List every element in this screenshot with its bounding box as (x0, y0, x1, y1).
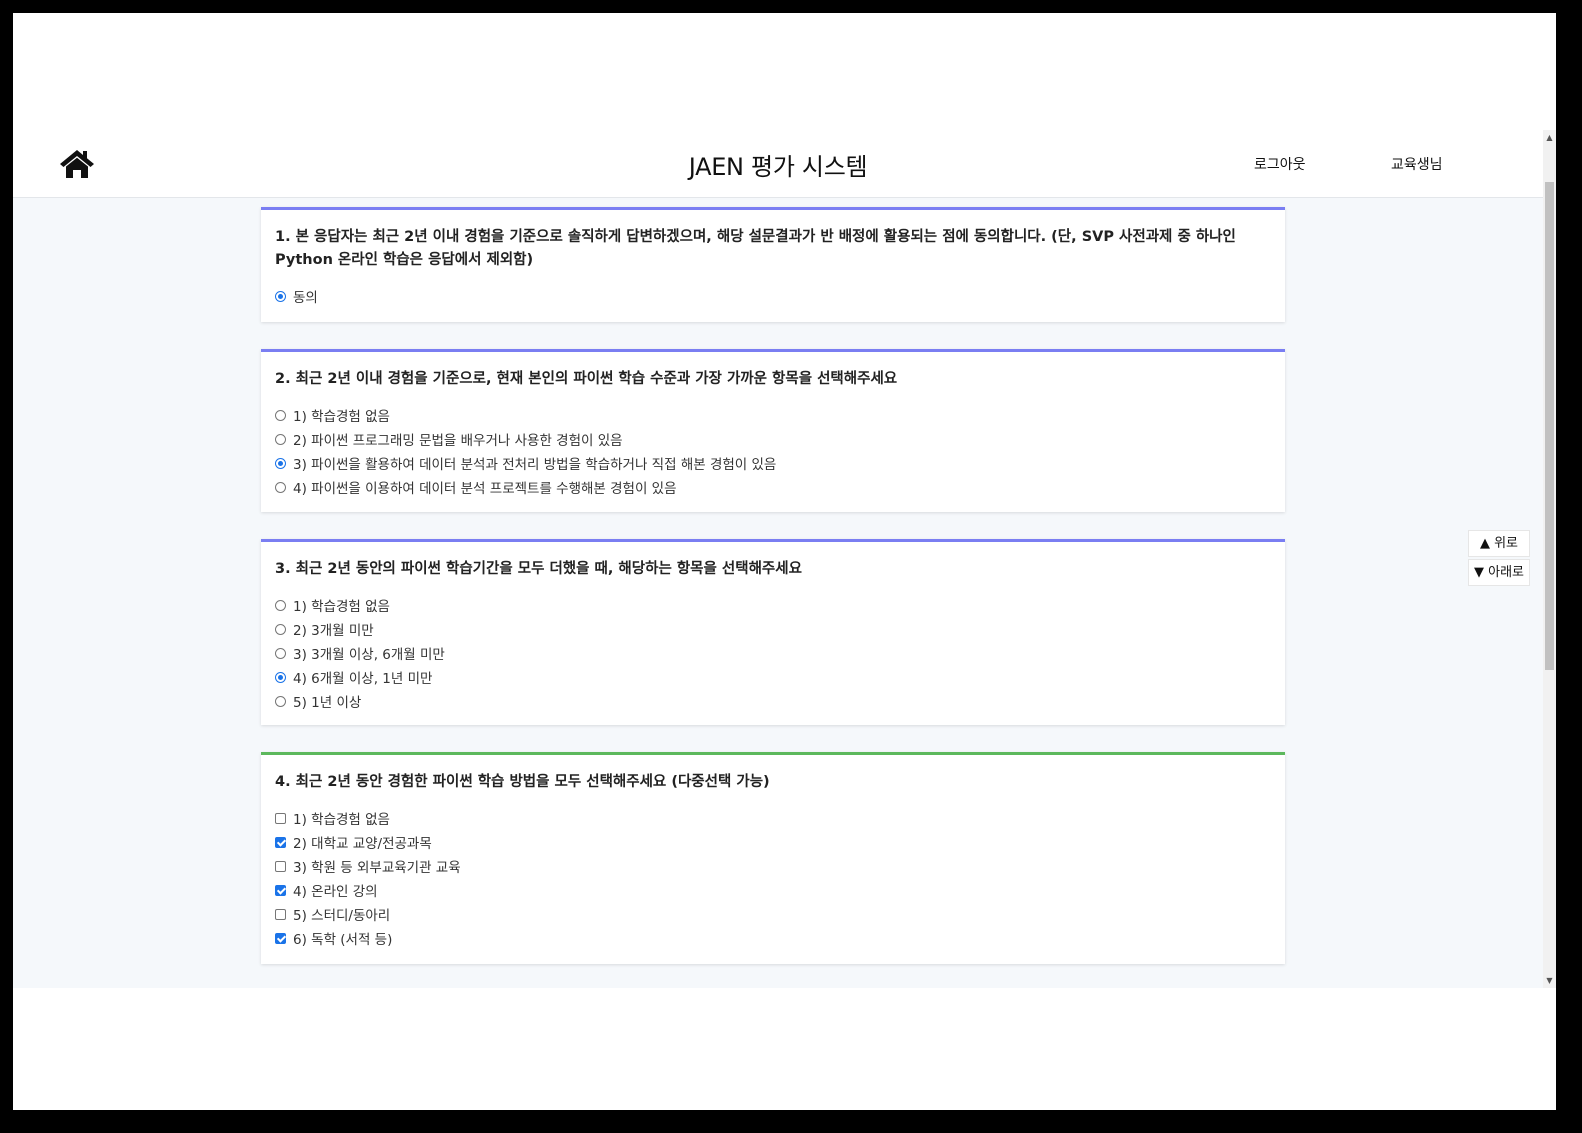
radio-button[interactable] (275, 599, 286, 611)
radio-button[interactable] (275, 433, 286, 445)
checkbox[interactable] (275, 836, 286, 848)
option-item[interactable]: 2) 3개월 미만 (275, 617, 1271, 641)
option-item[interactable]: 3) 3개월 이상, 6개월 미만 (275, 641, 1271, 665)
scroll-up-button[interactable]: ▲ 위로 (1468, 530, 1530, 557)
scroll-arrow-down-icon[interactable]: ▼ (1543, 973, 1556, 988)
option-label: 6) 독학 (서적 등) (293, 932, 393, 948)
option-label: 4) 6개월 이상, 1년 미만 (293, 671, 433, 687)
radio-button[interactable] (275, 409, 286, 421)
scrollbar-thumb[interactable] (1545, 182, 1554, 670)
checkbox[interactable] (275, 812, 286, 824)
option-item[interactable]: 3) 학원 등 외부교육기관 교육 (275, 854, 1271, 878)
radio-button[interactable] (275, 623, 286, 635)
option-item[interactable]: 4) 파이썬을 이용하여 데이터 분석 프로젝트를 수행해본 경험이 있음 (275, 475, 1271, 499)
scroll-down-button[interactable]: ▼ 아래로 (1468, 559, 1530, 586)
browser-frame: JAEN 평가 시스템 로그아웃 교육생님 1. 본 응답자는 최근 2년 이내… (13, 13, 1556, 1110)
page-viewport: JAEN 평가 시스템 로그아웃 교육생님 1. 본 응답자는 최근 2년 이내… (13, 130, 1556, 988)
user-name-link[interactable]: 교육생님 (1391, 154, 1443, 174)
radio-button[interactable] (275, 671, 286, 683)
option-label: 2) 대학교 교양/전공과목 (293, 836, 432, 852)
option-label: 5) 스터디/동아리 (293, 908, 391, 924)
radio-button[interactable] (275, 647, 286, 659)
question-title: 4. 최근 2년 동안 경험한 파이썬 학습 방법을 모두 선택해주세요 (다중… (275, 774, 770, 790)
question-title: 2. 최근 2년 이내 경험을 기준으로, 현재 본인의 파이썬 학습 수준과 … (275, 371, 898, 387)
option-label: 1) 학습경험 없음 (293, 599, 390, 615)
option-label: 3) 3개월 이상, 6개월 미만 (293, 647, 445, 663)
radio-button[interactable] (275, 290, 286, 302)
radio-button[interactable] (275, 695, 286, 707)
option-label: 3) 파이썬을 활용하여 데이터 분석과 전처리 방법을 학습하거나 직접 해본… (293, 457, 777, 473)
option-label: 4) 온라인 강의 (293, 884, 378, 900)
option-item[interactable]: 5) 스터디/동아리 (275, 902, 1271, 926)
app-header: JAEN 평가 시스템 로그아웃 교육생님 (13, 130, 1543, 198)
question-card: 3. 최근 2년 동안의 파이썬 학습기간을 모두 더했을 때, 해당하는 항목… (261, 539, 1285, 725)
option-item[interactable]: 3) 파이썬을 활용하여 데이터 분석과 전처리 방법을 학습하거나 직접 해본… (275, 451, 1271, 475)
option-label: 2) 3개월 미만 (293, 623, 374, 639)
question-title: 3. 최근 2년 동안의 파이썬 학습기간을 모두 더했을 때, 해당하는 항목… (275, 561, 802, 577)
checkbox[interactable] (275, 932, 286, 944)
scroll-nav: ▲ 위로 ▼ 아래로 (1468, 530, 1530, 588)
survey-content: 1. 본 응답자는 최근 2년 이내 경험을 기준으로 솔직하게 답변하겠으며,… (261, 207, 1285, 988)
option-item[interactable]: 2) 대학교 교양/전공과목 (275, 830, 1271, 854)
question-card: 4. 최근 2년 동안 경험한 파이썬 학습 방법을 모두 선택해주세요 (다중… (261, 752, 1285, 964)
option-item[interactable]: 6) 독학 (서적 등) (275, 926, 1271, 950)
option-agree[interactable]: 동의 (275, 284, 1271, 308)
option-label: 동의 (293, 290, 318, 306)
option-label: 5) 1년 이상 (293, 695, 362, 711)
radio-button[interactable] (275, 481, 286, 493)
app-title: JAEN 평가 시스템 (688, 153, 868, 181)
option-label: 4) 파이썬을 이용하여 데이터 분석 프로젝트를 수행해본 경험이 있음 (293, 481, 677, 497)
question-card: 2. 최근 2년 이내 경험을 기준으로, 현재 본인의 파이썬 학습 수준과 … (261, 349, 1285, 512)
option-item[interactable]: 1) 학습경험 없음 (275, 806, 1271, 830)
checkbox[interactable] (275, 908, 286, 920)
logout-link[interactable]: 로그아웃 (1254, 154, 1306, 174)
option-item[interactable]: 5) 1년 이상 (275, 689, 1271, 713)
scroll-arrow-up-icon[interactable]: ▲ (1543, 130, 1556, 145)
question-title: 1. 본 응답자는 최근 2년 이내 경험을 기준으로 솔직하게 답변하겠으며,… (275, 229, 1236, 268)
radio-button[interactable] (275, 457, 286, 469)
option-item[interactable]: 1) 학습경험 없음 (275, 403, 1271, 427)
checkbox[interactable] (275, 884, 286, 896)
option-label: 3) 학원 등 외부교육기관 교육 (293, 860, 461, 876)
checkbox[interactable] (275, 860, 286, 872)
option-item[interactable]: 1) 학습경험 없음 (275, 593, 1271, 617)
option-item[interactable]: 4) 온라인 강의 (275, 878, 1271, 902)
question-card: 1. 본 응답자는 최근 2년 이내 경험을 기준으로 솔직하게 답변하겠으며,… (261, 207, 1285, 322)
option-label: 1) 학습경험 없음 (293, 812, 390, 828)
vertical-scrollbar[interactable]: ▲ ▼ (1543, 130, 1556, 988)
option-item[interactable]: 4) 6개월 이상, 1년 미만 (275, 665, 1271, 689)
option-label: 1) 학습경험 없음 (293, 409, 390, 425)
option-label: 2) 파이썬 프로그래밍 문법을 배우거나 사용한 경험이 있음 (293, 433, 623, 449)
option-item[interactable]: 2) 파이썬 프로그래밍 문법을 배우거나 사용한 경험이 있음 (275, 427, 1271, 451)
